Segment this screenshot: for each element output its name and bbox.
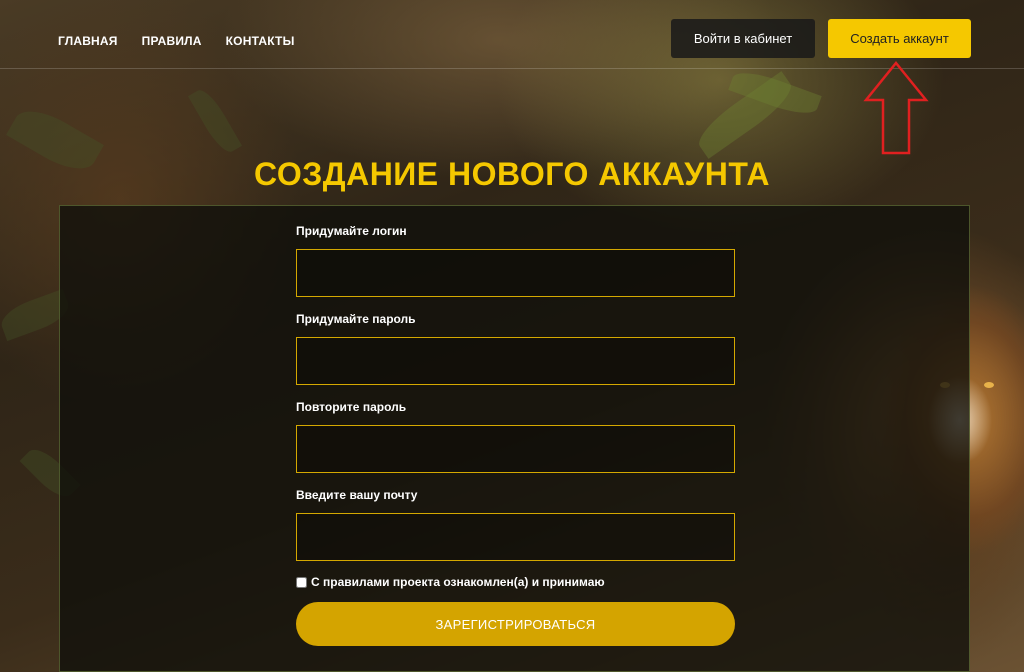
- login-label: Придумайте логин: [296, 224, 407, 238]
- nav-item-contacts[interactable]: КОНТАКТЫ: [226, 34, 295, 48]
- terms-agreement: С правилами проекта ознакомлен(а) и прин…: [296, 575, 605, 589]
- create-account-button[interactable]: Создать аккаунт: [828, 19, 971, 58]
- login-button[interactable]: Войти в кабинет: [671, 19, 815, 58]
- email-label: Введите вашу почту: [296, 488, 418, 502]
- main-nav: ГЛАВНАЯ ПРАВИЛА КОНТАКТЫ: [58, 34, 295, 48]
- terms-checkbox[interactable]: [296, 576, 307, 588]
- register-button[interactable]: ЗАРЕГИСТРИРОВАТЬСЯ: [296, 602, 735, 646]
- password-label: Придумайте пароль: [296, 312, 416, 326]
- login-input[interactable]: [296, 249, 735, 297]
- nav-item-home[interactable]: ГЛАВНАЯ: [58, 34, 118, 48]
- password-repeat-label: Повторите пароль: [296, 400, 407, 414]
- top-header: ГЛАВНАЯ ПРАВИЛА КОНТАКТЫ Войти в кабинет…: [0, 0, 1024, 69]
- email-input[interactable]: [296, 513, 735, 561]
- nav-item-rules[interactable]: ПРАВИЛА: [142, 34, 202, 48]
- page-title: СОЗДАНИЕ НОВОГО АККАУНТА: [254, 156, 770, 192]
- terms-label: С правилами проекта ознакомлен(а) и прин…: [311, 575, 605, 589]
- password-repeat-input[interactable]: [296, 425, 735, 473]
- arrow-up-icon: [863, 61, 929, 155]
- password-input[interactable]: [296, 337, 735, 385]
